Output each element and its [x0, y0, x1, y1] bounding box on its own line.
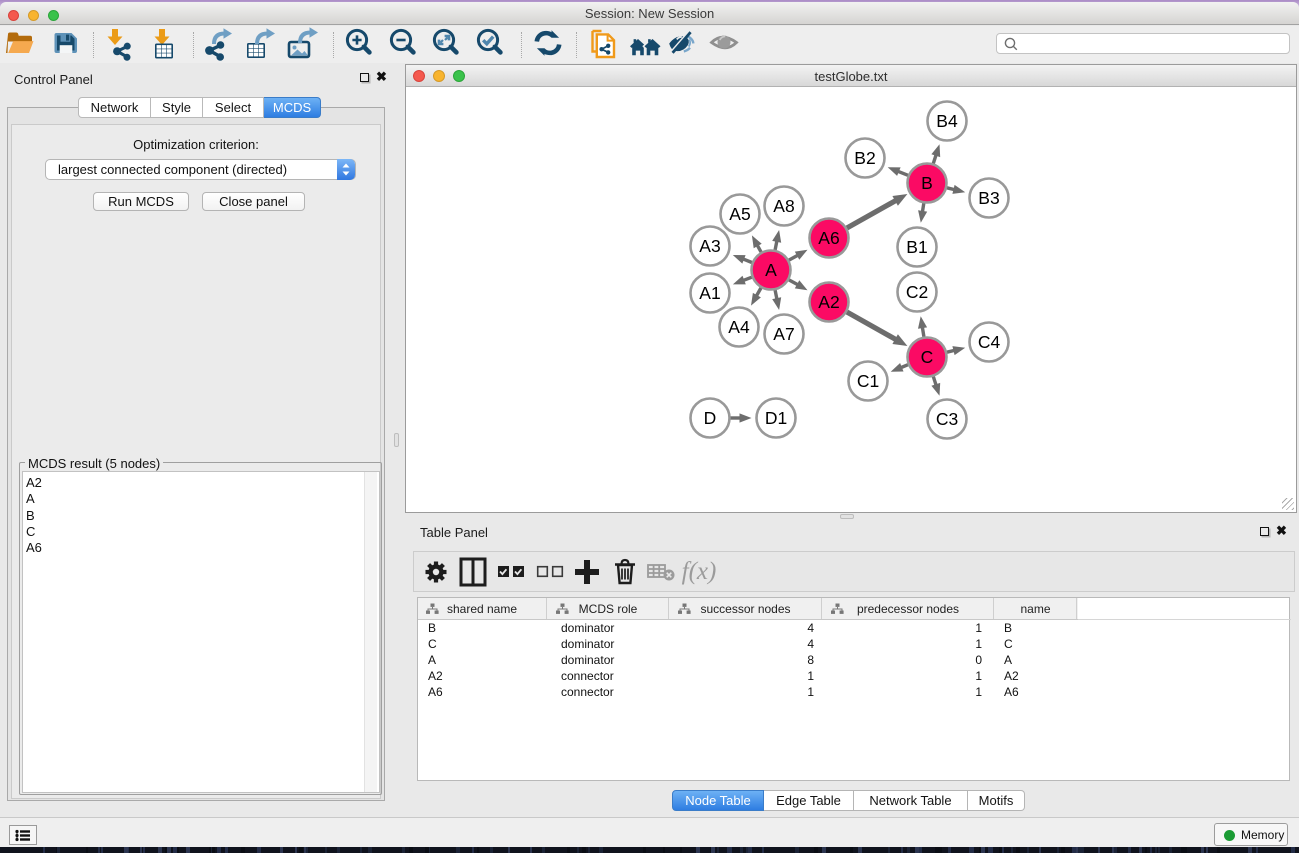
svg-text:C: C [921, 347, 934, 367]
svg-text:C2: C2 [906, 282, 928, 302]
svg-text:B4: B4 [936, 111, 958, 131]
svg-text:B: B [921, 173, 933, 193]
svg-text:A5: A5 [729, 204, 750, 224]
svg-text:B2: B2 [854, 148, 875, 168]
svg-text:C3: C3 [936, 409, 958, 429]
svg-text:A: A [765, 260, 777, 280]
svg-text:A4: A4 [728, 317, 750, 337]
svg-text:A3: A3 [699, 236, 720, 256]
svg-text:A1: A1 [699, 283, 720, 303]
svg-text:A8: A8 [773, 196, 794, 216]
svg-text:C4: C4 [978, 332, 1001, 352]
svg-text:A2: A2 [818, 292, 839, 312]
svg-text:C1: C1 [857, 371, 879, 391]
svg-text:A7: A7 [773, 324, 794, 344]
svg-text:f(x): f(x) [682, 558, 717, 585]
svg-text:B3: B3 [978, 188, 999, 208]
svg-text:D1: D1 [765, 408, 787, 428]
svg-text:A6: A6 [818, 228, 839, 248]
svg-text:B1: B1 [906, 237, 927, 257]
svg-text:D: D [704, 408, 717, 428]
